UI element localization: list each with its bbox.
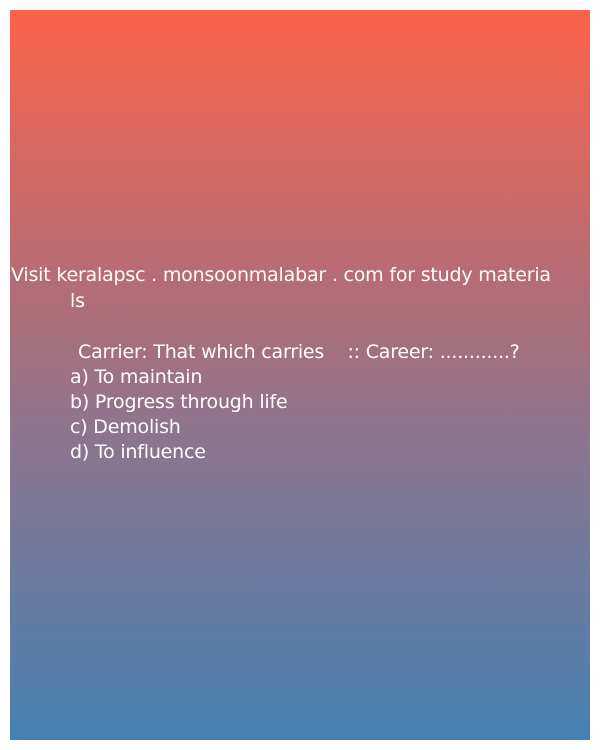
option-b: b) Progress through life xyxy=(70,391,288,413)
website-notice-continued: ls xyxy=(70,290,85,312)
question-text: Carrier: That which carries :: Career: .… xyxy=(78,341,520,363)
option-a: a) To maintain xyxy=(70,366,203,388)
website-notice: Visit keralapsc . monsoonmalabar . com f… xyxy=(11,264,551,286)
option-c: c) Demolish xyxy=(70,416,181,438)
option-d: d) To influence xyxy=(70,441,206,463)
question-card: Visit keralapsc . monsoonmalabar . com f… xyxy=(10,10,590,740)
